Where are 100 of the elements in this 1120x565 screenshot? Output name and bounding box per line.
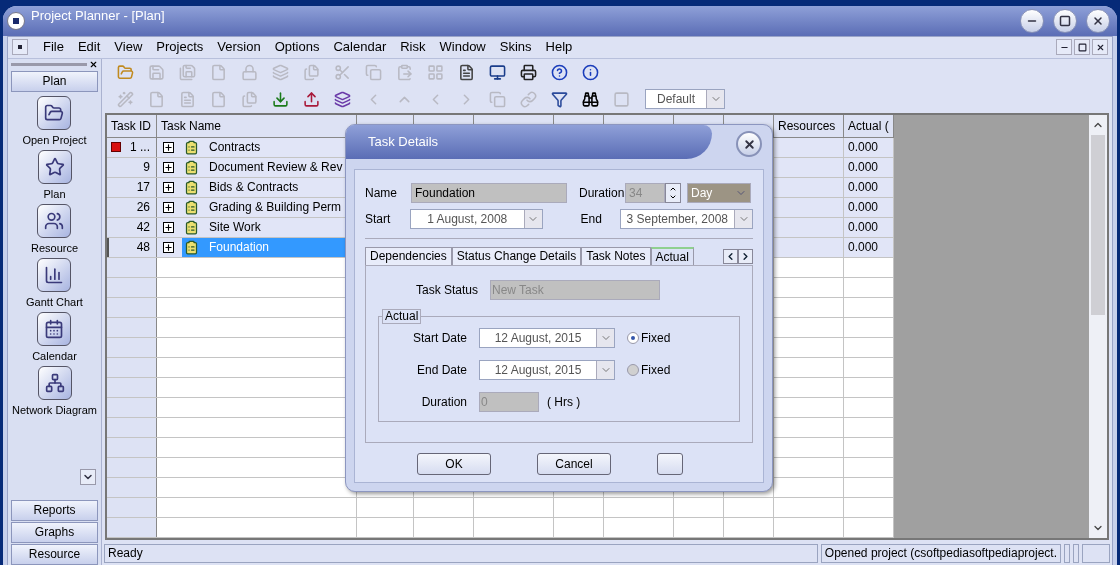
spinner-icon[interactable] xyxy=(665,183,681,203)
status-text: Opened project (csoftpediasoftpediaproject. xyxy=(820,544,1061,563)
radio-button[interactable] xyxy=(627,364,639,376)
menu-item[interactable]: Window xyxy=(432,37,493,57)
start-date-picker[interactable]: 1 August, 2008 xyxy=(409,209,543,229)
app-menu-icon[interactable] xyxy=(7,11,25,30)
copy-icon xyxy=(488,90,506,108)
menu-item[interactable]: Risk xyxy=(393,37,433,57)
close-button[interactable] xyxy=(736,131,762,157)
task-name-cell[interactable]: Contracts xyxy=(182,137,356,157)
document-menu-icon[interactable] xyxy=(12,39,28,55)
minimize-button[interactable] xyxy=(1056,39,1072,55)
menu-item[interactable]: Options xyxy=(267,37,327,57)
expand-icon[interactable] xyxy=(163,201,174,213)
maximize-button[interactable] xyxy=(1053,8,1077,33)
chart-icon[interactable] xyxy=(37,257,72,292)
menu-item[interactable]: Skins xyxy=(492,37,539,57)
link-icon xyxy=(519,90,537,108)
column-header[interactable]: Actual ( xyxy=(844,114,894,138)
vertical-scrollbar[interactable] xyxy=(1089,114,1107,538)
funnel-icon xyxy=(550,90,568,108)
tab[interactable]: Status Change Details xyxy=(451,247,582,265)
close-icon[interactable] xyxy=(89,60,98,69)
dialog-button[interactable]: Cancel xyxy=(537,453,611,475)
expand-icon[interactable] xyxy=(163,141,174,153)
menu-item[interactable]: Calendar xyxy=(326,37,394,57)
view-combo[interactable]: Default xyxy=(645,89,725,109)
field-label: End xyxy=(580,211,603,228)
menu-item[interactable]: File xyxy=(36,37,71,57)
maximize-icon xyxy=(1059,14,1071,27)
menu-item[interactable]: Projects xyxy=(149,37,211,57)
wand-icon xyxy=(116,90,134,108)
task-name-cell[interactable]: Grading & Building Perm xyxy=(182,197,356,217)
binoculars-icon xyxy=(581,90,599,108)
disks-icon xyxy=(178,63,196,81)
network-icon[interactable] xyxy=(37,365,72,400)
sidebar-section-button[interactable]: Reports xyxy=(11,499,98,521)
field-label: Task Status xyxy=(414,282,479,299)
field-label: Start Date xyxy=(411,330,468,347)
dialog-button[interactable]: OK xyxy=(417,453,491,475)
task-name-cell[interactable]: Bids & Contracts xyxy=(182,177,356,197)
file-icon xyxy=(147,90,165,108)
clipboard-icon xyxy=(184,179,199,195)
sidebar-item[interactable]: Resource xyxy=(30,240,79,255)
tab[interactable]: Actual xyxy=(650,247,694,265)
task-name-cell[interactable]: Document Review & Rev xyxy=(182,157,356,177)
close-icon xyxy=(1095,42,1105,52)
tab[interactable]: Task Notes xyxy=(581,247,651,265)
blank-button[interactable] xyxy=(657,453,683,475)
expand-icon[interactable] xyxy=(163,241,174,253)
close-icon xyxy=(1092,14,1104,27)
sidebar-section-button[interactable]: Graphs xyxy=(11,521,98,543)
sidebar-section-button[interactable]: Plan xyxy=(11,70,98,92)
people-icon[interactable] xyxy=(37,203,72,238)
menu-item[interactable]: Edit xyxy=(70,37,108,57)
clipboard-icon xyxy=(184,219,199,235)
menu-item[interactable]: Version xyxy=(210,37,268,57)
field-label: Start xyxy=(365,211,392,228)
column-header[interactable]: Resources xyxy=(774,114,844,138)
field-label: Duration xyxy=(420,394,468,411)
expand-icon[interactable] xyxy=(163,181,174,193)
monitor-icon xyxy=(488,63,506,81)
calendar-icon[interactable] xyxy=(37,311,72,346)
scroll-left-button[interactable] xyxy=(723,249,738,264)
sidebar-section-button[interactable]: Resource xyxy=(11,543,98,565)
clipboard-icon xyxy=(395,63,413,81)
files-icon xyxy=(302,63,320,81)
scroll-down-button[interactable] xyxy=(80,468,96,485)
chevron-left-icon xyxy=(725,251,736,262)
help-icon xyxy=(550,63,568,81)
sidebar-item[interactable]: Gantt Chart xyxy=(26,294,83,309)
folder-icon[interactable] xyxy=(37,95,72,130)
sidebar-item[interactable]: Network Diagram xyxy=(12,402,97,417)
sidebar-item[interactable]: Open Project xyxy=(22,132,87,147)
name-field[interactable]: Foundation xyxy=(411,183,567,203)
restore-button[interactable] xyxy=(1074,39,1090,55)
info-icon xyxy=(581,63,599,81)
expand-icon[interactable] xyxy=(163,221,174,233)
actual-cost-cell: 0.000 xyxy=(844,157,894,177)
date-picker[interactable]: 12 August, 2015 xyxy=(479,328,615,348)
tab[interactable]: Dependencies xyxy=(365,247,452,265)
expand-icon[interactable] xyxy=(163,161,174,173)
scroll-right-button[interactable] xyxy=(738,249,753,264)
sidebar-item[interactable]: Calendar xyxy=(32,348,77,363)
scroll-thumb[interactable] xyxy=(1091,134,1105,315)
minimize-button[interactable] xyxy=(1020,8,1044,33)
menu-item[interactable]: View xyxy=(107,37,150,57)
status-text: Ready xyxy=(104,544,818,563)
sidebar-item[interactable]: Plan xyxy=(43,186,66,201)
task-name-cell[interactable]: Site Work xyxy=(182,217,356,237)
close-button[interactable] xyxy=(1092,39,1108,55)
radio-button[interactable] xyxy=(627,332,639,344)
clipboard-icon xyxy=(184,139,199,155)
column-header[interactable]: Task ID xyxy=(107,114,157,138)
actual-cost-cell: 0.000 xyxy=(844,197,894,217)
end-date-picker[interactable]: 3 September, 2008 xyxy=(619,209,753,229)
date-picker[interactable]: 12 August, 2015 xyxy=(479,360,615,380)
printer-icon xyxy=(519,63,537,81)
menu-item[interactable]: Help xyxy=(538,37,580,57)
page-icon xyxy=(457,63,475,81)
